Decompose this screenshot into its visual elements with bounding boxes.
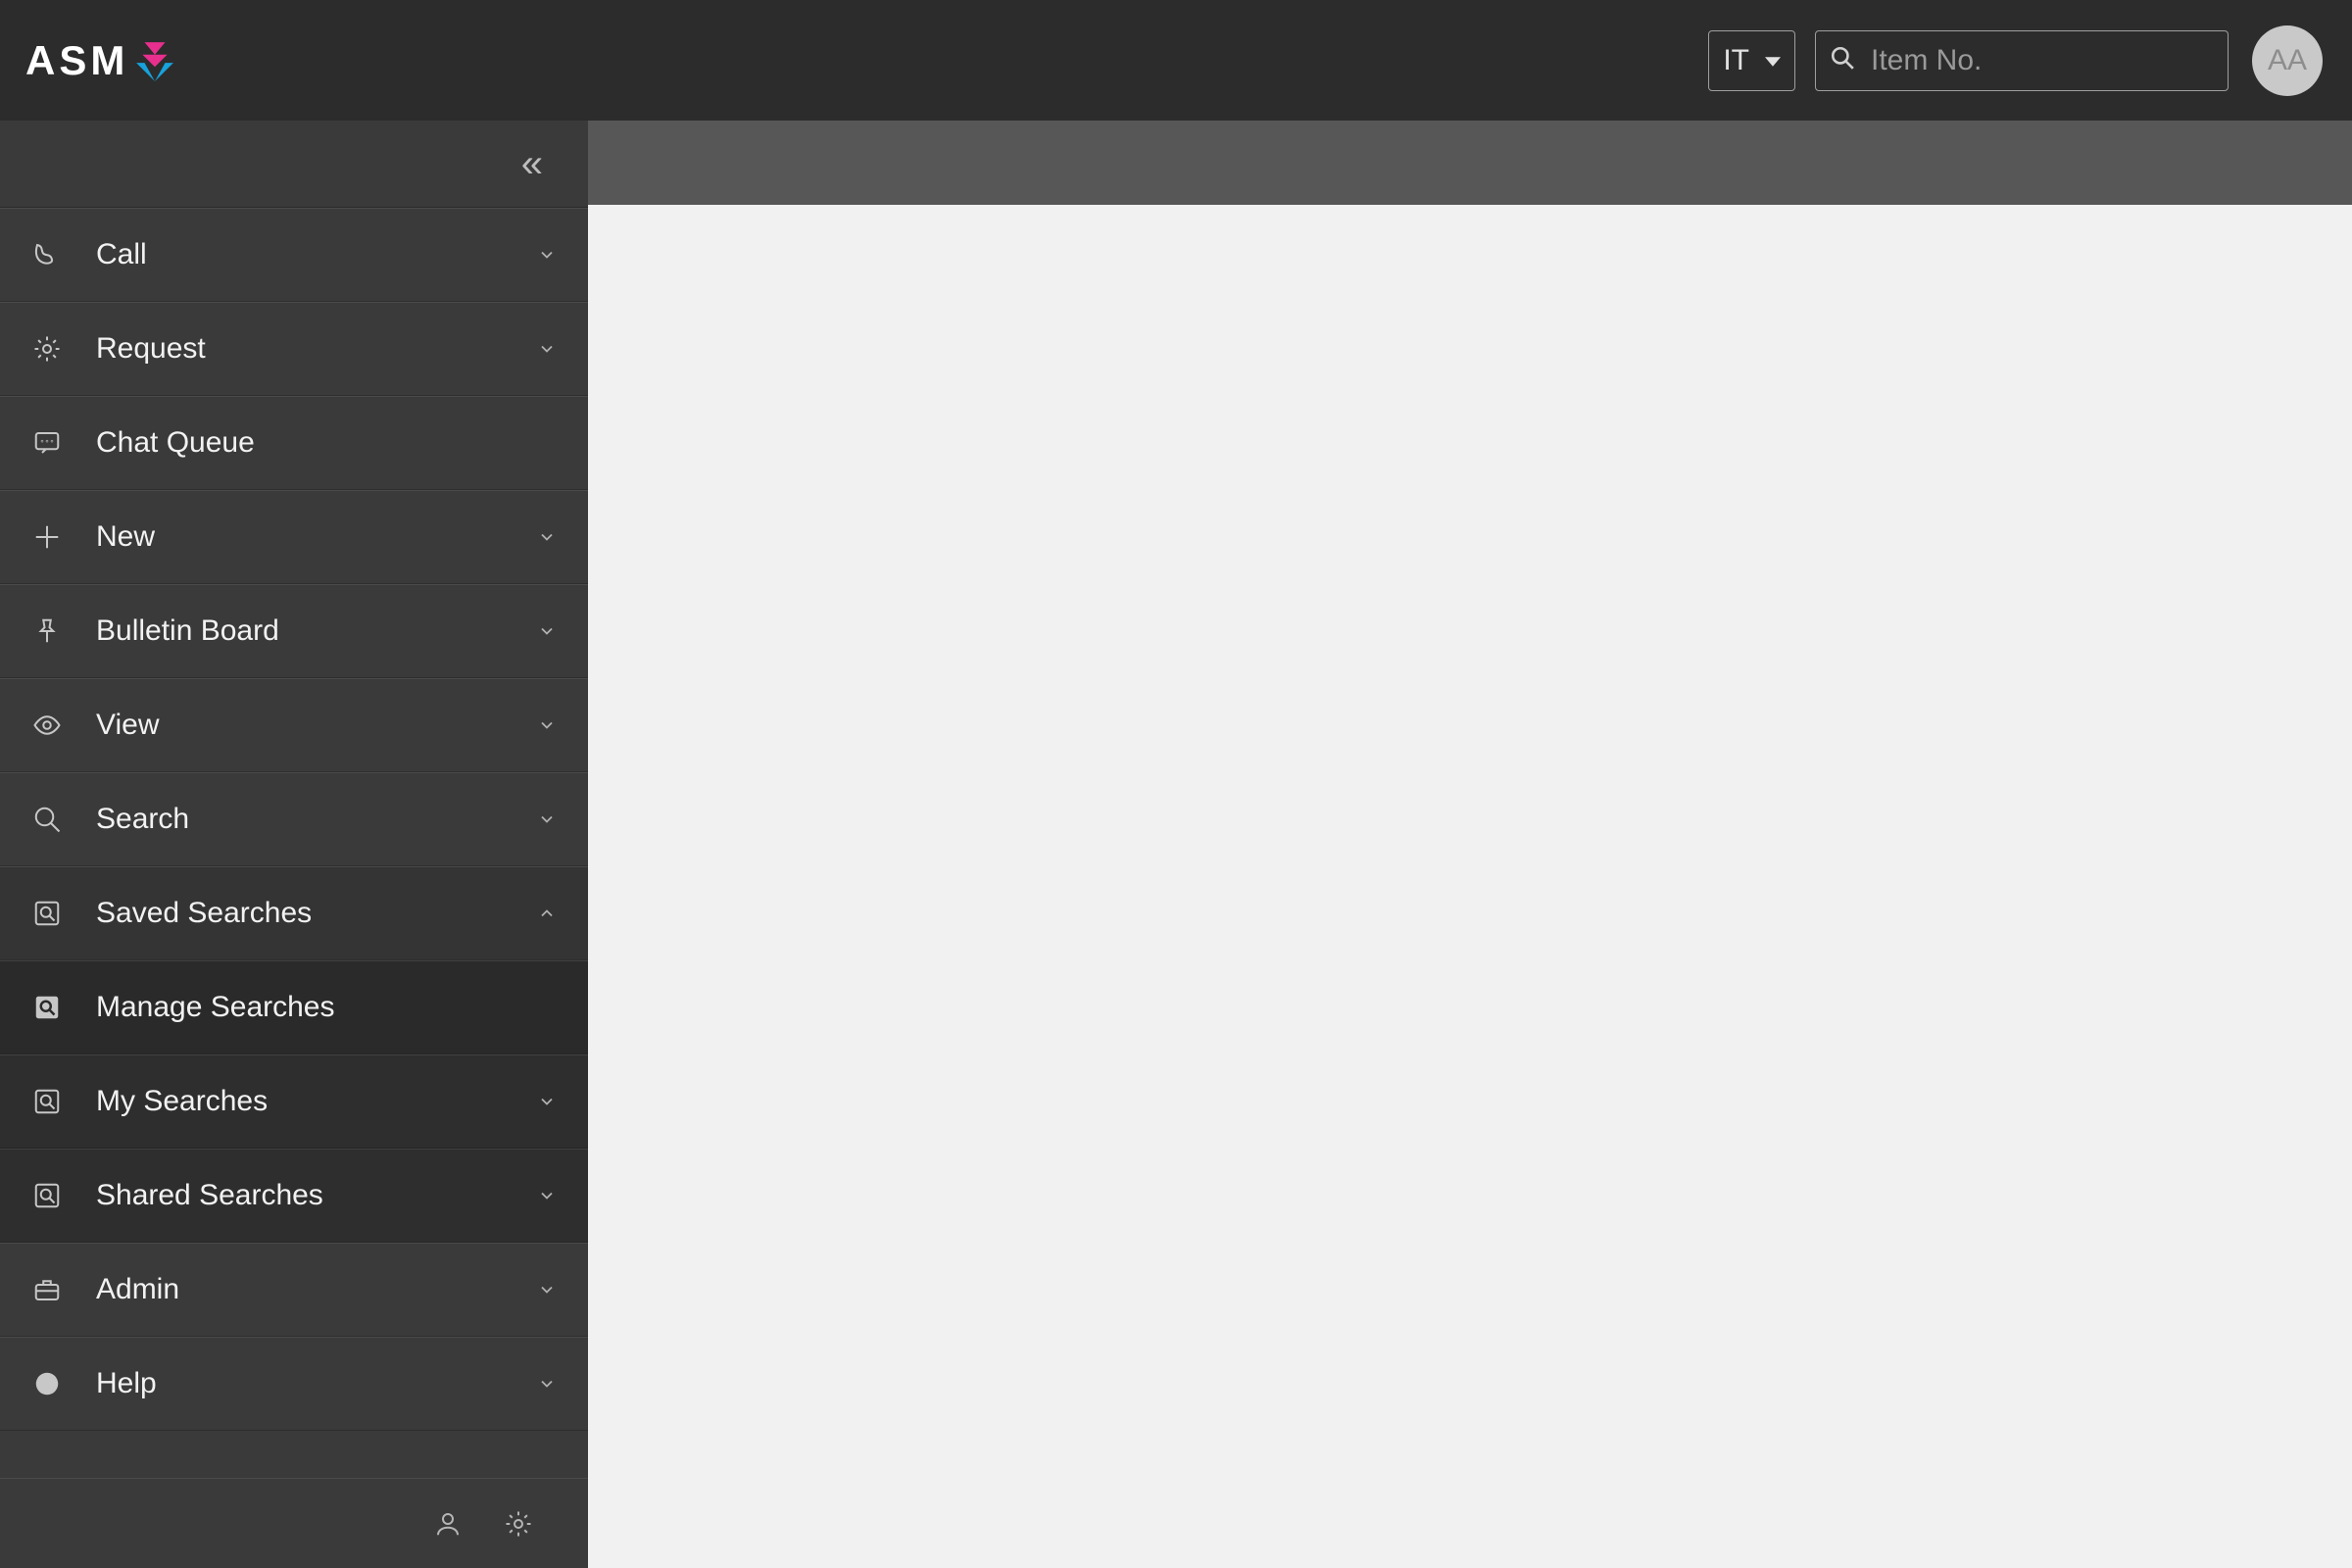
- sidebar-item-saved[interactable]: Saved Searches: [0, 866, 588, 960]
- sidebar-item-label: Call: [96, 238, 535, 271]
- search-icon: [29, 802, 65, 837]
- briefcase-icon: [29, 1272, 65, 1307]
- chevron-down-icon: [535, 1278, 559, 1301]
- sidebar-item-label: Chat Queue: [96, 426, 559, 460]
- secondary-bar: [588, 121, 2352, 205]
- sidebar-item-chat[interactable]: Chat Queue: [0, 396, 588, 490]
- main-content: [588, 205, 2352, 1568]
- language-selector-value: IT: [1723, 44, 1749, 77]
- chevron-down-icon: [535, 1090, 559, 1113]
- brand-mark-icon: [134, 40, 175, 81]
- chevron-down-icon: [535, 525, 559, 549]
- top-bar: ASM IT AA: [0, 0, 2352, 121]
- sidebar-item-label: New: [96, 520, 535, 554]
- chevron-down-icon: [535, 713, 559, 737]
- sidebar-item-label: Saved Searches: [96, 897, 535, 930]
- sidebar-item-new[interactable]: New: [0, 490, 588, 584]
- sidebar-item-manage[interactable]: Manage Searches: [0, 960, 588, 1054]
- saved-search-solid-icon: [29, 990, 65, 1025]
- global-search[interactable]: [1815, 30, 2229, 91]
- brand-name: ASM: [25, 37, 128, 84]
- sidebar-item-label: View: [96, 709, 535, 742]
- global-search-input[interactable]: [1869, 43, 2251, 78]
- sidebar-item-call[interactable]: Call: [0, 208, 588, 302]
- collapse-glyph: «: [521, 142, 543, 186]
- chevron-down-icon: [535, 243, 559, 267]
- sidebar-collapse-button[interactable]: «: [0, 121, 588, 208]
- sidebar-item-label: My Searches: [96, 1085, 535, 1118]
- sidebar: « Call Request Chat Queue New Bulletin B…: [0, 121, 588, 1568]
- sidebar-item-bulletin[interactable]: Bulletin Board: [0, 584, 588, 678]
- gear-icon: [29, 331, 65, 367]
- sidebar-item-search[interactable]: Search: [0, 772, 588, 866]
- sidebar-item-label: Admin: [96, 1273, 535, 1306]
- caret-down-icon: [1765, 44, 1781, 77]
- plus-icon: [29, 519, 65, 555]
- help-icon: [29, 1366, 65, 1401]
- sidebar-item-help[interactable]: Help: [0, 1337, 588, 1431]
- eye-icon: [29, 708, 65, 743]
- sidebar-item-label: Help: [96, 1367, 535, 1400]
- chevron-down-icon: [535, 337, 559, 361]
- saved-search-icon: [29, 896, 65, 931]
- gear-icon[interactable]: [504, 1509, 533, 1539]
- saved-search-icon: [29, 1178, 65, 1213]
- sidebar-menu: Call Request Chat Queue New Bulletin Boa…: [0, 208, 588, 1478]
- search-icon: [1830, 45, 1855, 75]
- chevron-down-icon: [535, 1184, 559, 1207]
- sidebar-item-label: Request: [96, 332, 535, 366]
- chevron-down-icon: [535, 808, 559, 831]
- sidebar-item-label: Search: [96, 803, 535, 836]
- sidebar-item-label: Shared Searches: [96, 1179, 535, 1212]
- chevron-up-icon: [535, 902, 559, 925]
- sidebar-item-admin[interactable]: Admin: [0, 1243, 588, 1337]
- sidebar-footer: [0, 1478, 588, 1568]
- sidebar-item-request[interactable]: Request: [0, 302, 588, 396]
- chevron-down-icon: [535, 619, 559, 643]
- sidebar-item-label: Bulletin Board: [96, 614, 535, 648]
- language-selector[interactable]: IT: [1708, 30, 1795, 91]
- chevron-down-icon: [535, 1372, 559, 1396]
- sidebar-item-shared[interactable]: Shared Searches: [0, 1149, 588, 1243]
- sidebar-item-label: Manage Searches: [96, 991, 559, 1024]
- pin-icon: [29, 613, 65, 649]
- saved-search-icon: [29, 1084, 65, 1119]
- user-avatar[interactable]: AA: [2252, 25, 2323, 96]
- user-avatar-initials: AA: [2268, 44, 2307, 77]
- chat-icon: [29, 425, 65, 461]
- brand-logo: ASM: [25, 37, 175, 84]
- user-icon[interactable]: [433, 1509, 463, 1539]
- sidebar-item-view[interactable]: View: [0, 678, 588, 772]
- phone-icon: [29, 237, 65, 272]
- sidebar-item-mine[interactable]: My Searches: [0, 1054, 588, 1149]
